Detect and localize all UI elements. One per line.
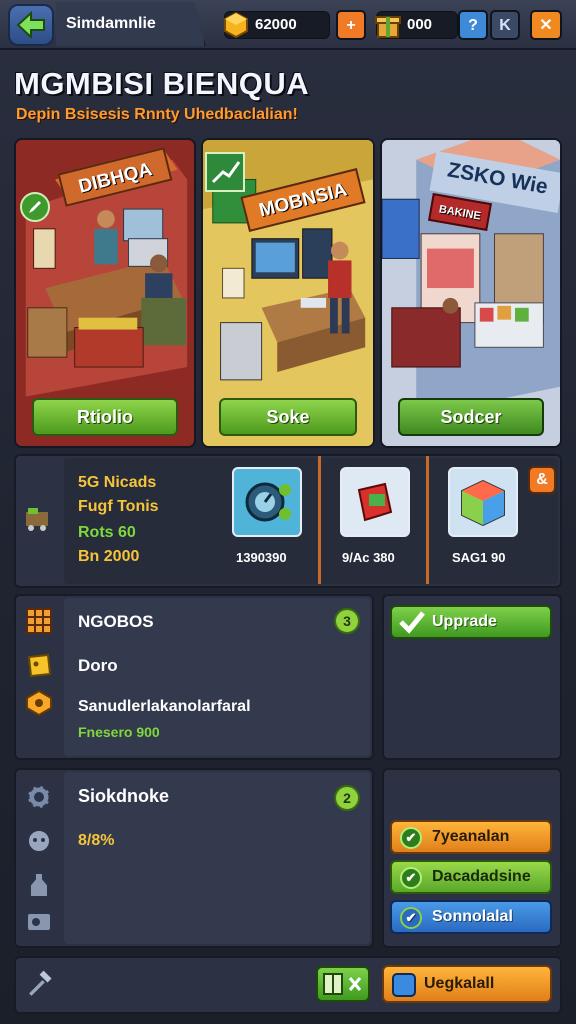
gold-coin-icon xyxy=(224,11,248,39)
add-coins-button[interactable]: + xyxy=(336,10,366,40)
item-slot-3[interactable] xyxy=(448,467,518,537)
checkmark-icon xyxy=(399,611,425,634)
hammer-icon[interactable] xyxy=(24,970,54,1000)
close-button[interactable]: ✕ xyxy=(530,10,562,40)
screen-title: Simdamnlie xyxy=(56,2,206,46)
stock-title: Siokdnoke xyxy=(78,786,170,806)
gifts-counter: 000 xyxy=(375,11,458,39)
upgrade-row-3: Sanudlerlakanolarfaral xyxy=(78,698,251,715)
divider xyxy=(318,456,321,584)
cheese-icon xyxy=(24,650,54,680)
inventory-line-1: 5G Nicads xyxy=(78,474,157,491)
shop-card-computers[interactable]: MOBNSIA Soke xyxy=(201,138,375,448)
machine-icon xyxy=(24,906,54,936)
item-1-price: 1390390 xyxy=(236,550,287,565)
settings-badge-icon xyxy=(392,973,416,997)
shop-1-button[interactable]: Rtiolio xyxy=(32,398,178,436)
upgrade-button[interactable]: Upprade xyxy=(390,605,552,639)
coin-stack-icon xyxy=(24,688,54,718)
stock-percent: 8/8% xyxy=(78,832,115,849)
upgrade-row-2: Doro xyxy=(78,656,118,675)
back-arrow-icon xyxy=(16,11,45,39)
shop-cart-icon xyxy=(22,502,52,532)
trend-arrow-icon xyxy=(211,161,241,184)
bottom-action-button[interactable]: Uegkalall xyxy=(382,965,552,1003)
check-icon: ✔ xyxy=(400,907,422,929)
pencil-icon xyxy=(29,201,41,213)
compass-gadget-icon xyxy=(245,482,291,522)
k-button[interactable]: K xyxy=(490,10,520,40)
upgrade-row-4: Fnesero 900 xyxy=(78,724,160,740)
edit-badge[interactable] xyxy=(20,192,50,222)
inventory-line-3: Rots 60 xyxy=(78,524,136,541)
gift-box-icon xyxy=(375,16,401,38)
coins-counter: 62000 xyxy=(224,11,330,39)
bottle-icon xyxy=(24,870,54,900)
check-icon: ✔ xyxy=(400,827,422,849)
cube-box-icon xyxy=(461,479,505,527)
coins-value: 62000 xyxy=(255,16,297,33)
toggle-panel-button[interactable] xyxy=(316,966,370,1002)
stock-action-2-label: Dacadadsine xyxy=(432,868,531,885)
item-slot-1[interactable] xyxy=(232,467,302,537)
stock-action-2[interactable]: ✔ Dacadadsine xyxy=(390,860,552,894)
item-3-price: SAG1 90 xyxy=(452,550,506,565)
shop-2-button[interactable]: Soke xyxy=(219,398,357,436)
item-2-price: 9/Ac 380 xyxy=(342,550,395,565)
grid-icon xyxy=(24,606,54,636)
shop-3-button[interactable]: Sodcer xyxy=(398,398,544,436)
shop-2-emblem xyxy=(205,152,245,192)
item-slot-2[interactable] xyxy=(340,467,410,537)
stock-badge: 2 xyxy=(334,785,360,811)
check-icon: ✔ xyxy=(400,867,422,889)
help-button[interactable]: ? xyxy=(458,10,488,40)
gear-icon xyxy=(24,782,54,812)
face-icon xyxy=(24,826,54,856)
stock-action-1-label: 7yeanalan xyxy=(432,828,510,845)
top-bar: Simdamnlie 62000 + 000 ? K ✕ xyxy=(0,0,576,50)
gifts-value: 000 xyxy=(407,16,433,33)
inventory-line-2: Fugf Tonis xyxy=(78,498,159,515)
upgrade-badge: 3 xyxy=(334,608,360,634)
stock-action-3[interactable]: ✔ Sonnolalal xyxy=(390,900,552,934)
page-subtitle: Depin Bsisesis Rnnty Uhedbaclalian! xyxy=(16,106,298,123)
upgrade-title: NGOBOS xyxy=(78,612,154,631)
panel-close-icon xyxy=(323,973,362,995)
shop-card-grocery[interactable]: ZSKO Wie BAKINE Sodcer xyxy=(380,138,562,448)
gadget-device-icon xyxy=(357,482,393,522)
stock-action-3-label: Sonnolalal xyxy=(432,908,513,925)
stock-action-1[interactable]: ✔ 7yeanalan xyxy=(390,820,552,854)
inventory-corner-badge[interactable]: & xyxy=(528,466,556,494)
upgrade-button-label: Upprade xyxy=(432,613,497,630)
back-button[interactable] xyxy=(8,4,54,46)
divider xyxy=(426,456,429,584)
shop-card-electronics[interactable]: DIBHQA Rtiolio xyxy=(14,138,196,448)
inventory-line-4: Bn 2000 xyxy=(78,548,140,565)
page-title: MGMBISI BIENQUA xyxy=(14,66,310,101)
bottom-action-label: Uegkalall xyxy=(424,975,495,992)
